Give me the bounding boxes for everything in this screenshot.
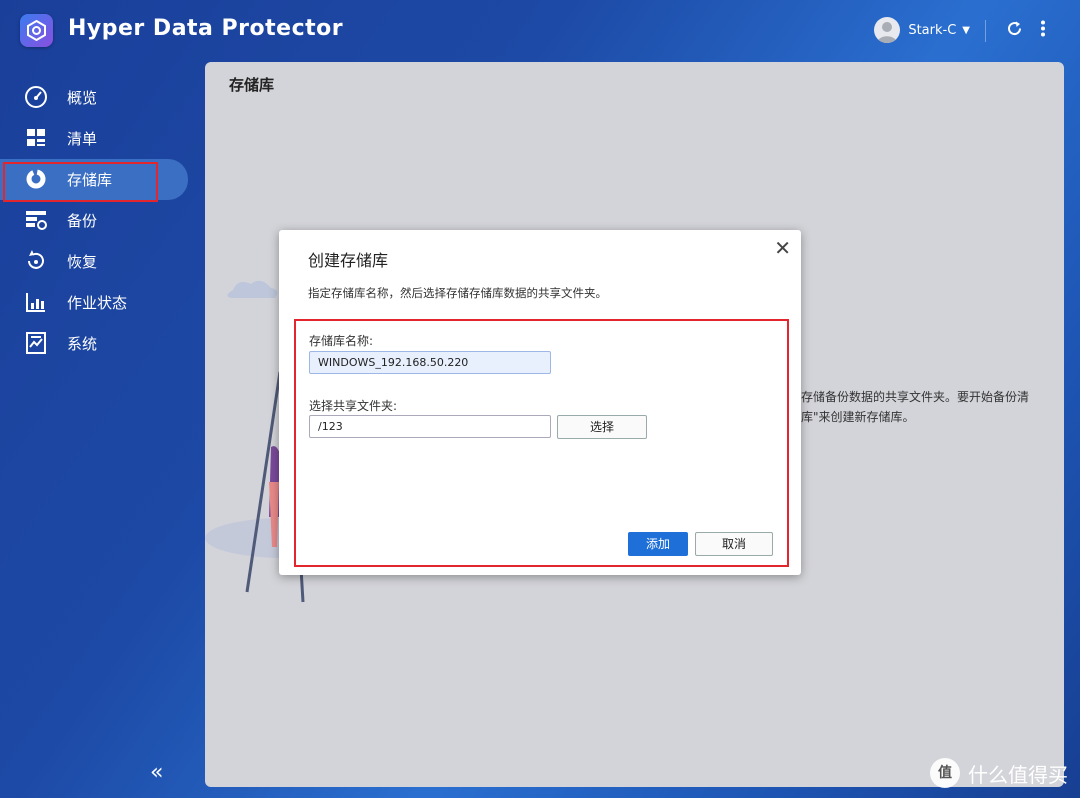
refresh-icon[interactable] bbox=[1006, 20, 1023, 42]
chevron-down-icon: ▼ bbox=[962, 24, 970, 36]
sidebar-item-restore[interactable]: 恢复 bbox=[0, 241, 200, 282]
sidebar-item-inventory[interactable]: 清单 bbox=[0, 118, 200, 159]
sidebar-item-overview[interactable]: 概览 bbox=[0, 77, 200, 118]
user-menu[interactable]: Stark-C ▼ bbox=[874, 17, 970, 43]
app-title: Hyper Data Protector bbox=[68, 16, 344, 41]
inventory-grid-icon bbox=[24, 126, 48, 150]
sidebar: 概览 清单 存储库 备份 恢复 作业状态 系统 bbox=[0, 77, 200, 364]
cancel-button[interactable]: 取消 bbox=[695, 532, 773, 556]
sidebar-item-label: 备份 bbox=[67, 212, 98, 230]
sidebar-item-label: 清单 bbox=[67, 130, 98, 148]
system-icon bbox=[24, 331, 48, 355]
job-status-chart-icon bbox=[24, 290, 48, 314]
more-vertical-icon[interactable] bbox=[1040, 20, 1046, 42]
watermark: 值 什么值得买 bbox=[930, 758, 1068, 788]
sidebar-item-backup[interactable]: 备份 bbox=[0, 200, 200, 241]
create-storage-dialog: 创建存储库 ✕ 指定存储库名称，然后选择存储存储库数据的共享文件夹。 存储库名称… bbox=[279, 230, 801, 575]
sidebar-item-label: 作业状态 bbox=[67, 294, 128, 312]
user-name: Stark-C bbox=[908, 22, 957, 38]
dialog-description: 指定存储库名称，然后选择存储存储库数据的共享文件夹。 bbox=[308, 286, 607, 300]
watermark-text: 什么值得买 bbox=[968, 762, 1068, 787]
storage-name-label: 存储库名称: bbox=[309, 334, 374, 348]
sidebar-item-label: 系统 bbox=[67, 335, 98, 353]
dialog-title: 创建存储库 bbox=[308, 251, 389, 270]
select-folder-button[interactable]: 选择 bbox=[557, 415, 647, 439]
sidebar-item-system[interactable]: 系统 bbox=[0, 323, 200, 364]
sidebar-item-job-status[interactable]: 作业状态 bbox=[0, 282, 200, 323]
collapse-sidebar-icon[interactable]: « bbox=[150, 760, 163, 785]
storage-name-input[interactable]: WINDOWS_192.168.50.220 bbox=[309, 351, 551, 374]
watermark-logo-icon: 值 bbox=[930, 758, 960, 788]
empty-state-text-2: 储库"来创建新存储库。 bbox=[789, 410, 915, 424]
dashboard-gauge-icon bbox=[24, 85, 48, 109]
restore-icon bbox=[24, 249, 48, 273]
user-avatar-icon bbox=[874, 17, 901, 43]
sidebar-item-label: 概览 bbox=[67, 89, 98, 107]
close-icon[interactable]: ✕ bbox=[774, 236, 791, 260]
sidebar-item-label: 恢复 bbox=[67, 253, 98, 271]
add-button[interactable]: 添加 bbox=[628, 532, 688, 556]
empty-state-text-1: 于存储备份数据的共享文件夹。要开始备份清 bbox=[789, 390, 1030, 404]
shared-folder-input[interactable]: /123 bbox=[309, 415, 551, 438]
shared-folder-label: 选择共享文件夹: bbox=[309, 399, 398, 413]
highlight-outline bbox=[3, 162, 158, 202]
backup-icon bbox=[24, 208, 48, 232]
app-logo bbox=[20, 14, 53, 47]
header-divider bbox=[985, 20, 986, 42]
